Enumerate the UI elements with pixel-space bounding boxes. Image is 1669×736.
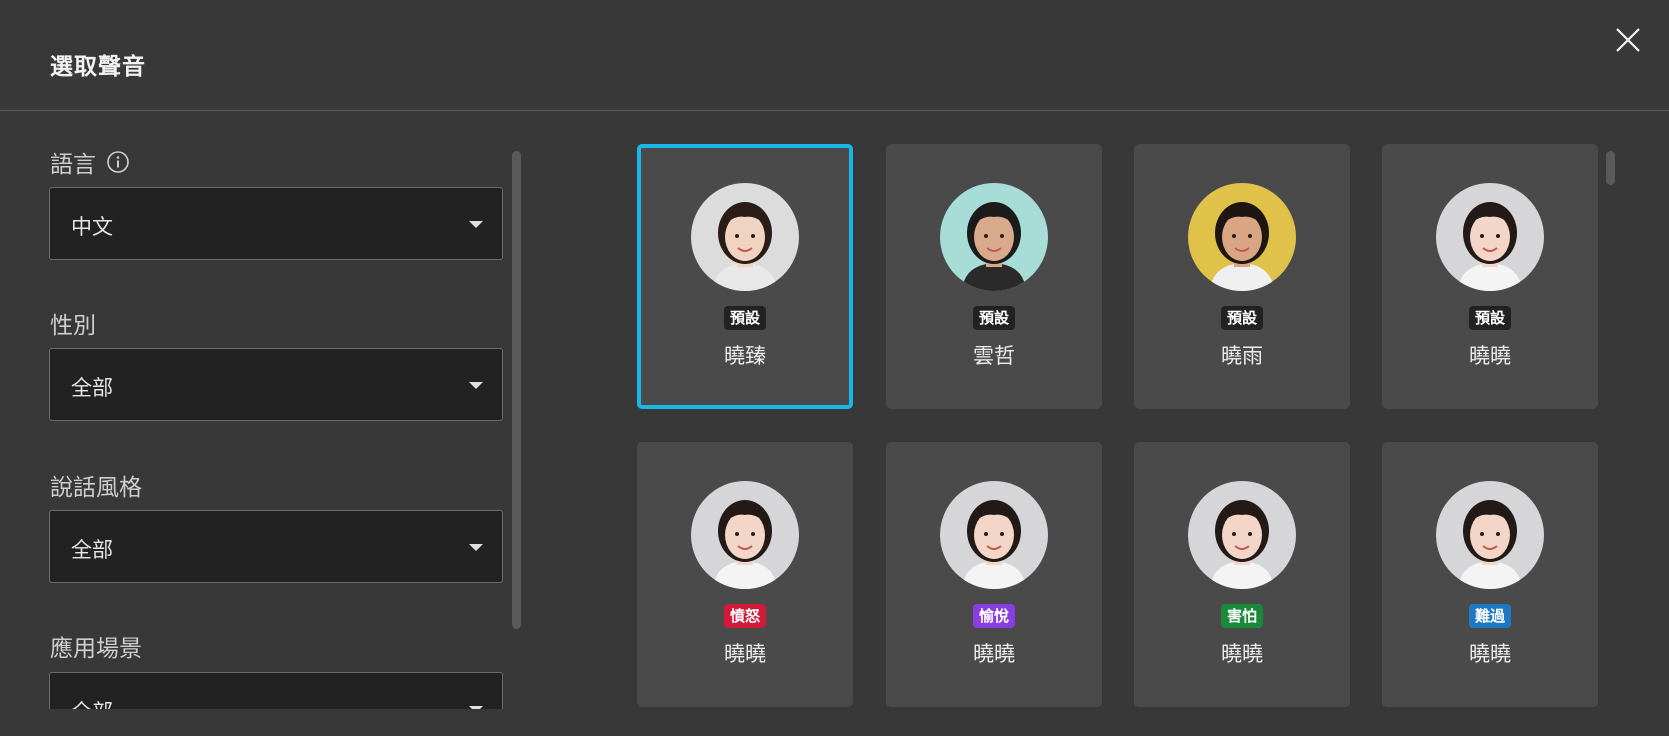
close-icon xyxy=(1616,28,1640,52)
avatar xyxy=(1436,183,1544,291)
voice-badge: 難過 xyxy=(1468,604,1512,628)
language-select-value: 中文 xyxy=(71,215,113,239)
avatar xyxy=(1188,183,1296,291)
caret-down-icon xyxy=(469,382,483,389)
voice-badge: 預設 xyxy=(1220,306,1264,330)
voice-card[interactable]: 預設 曉臻 xyxy=(637,144,853,409)
voice-card[interactable]: 害怕 曉曉 xyxy=(1134,442,1350,707)
voice-badge: 預設 xyxy=(723,306,767,330)
close-button[interactable] xyxy=(1612,24,1644,56)
style-select[interactable]: 全部 xyxy=(49,510,503,583)
dialog-title: 選取聲音 xyxy=(50,54,146,80)
voice-badge: 預設 xyxy=(972,306,1016,330)
voice-card[interactable]: 憤怒 曉曉 xyxy=(637,442,853,707)
voice-badge: 害怕 xyxy=(1220,604,1264,628)
avatar xyxy=(1188,481,1296,589)
sidebar-scrollbar[interactable] xyxy=(512,151,521,629)
gender-select-value: 全部 xyxy=(71,376,113,400)
voice-name: 曉臻 xyxy=(724,344,766,368)
voice-name: 曉曉 xyxy=(724,642,766,666)
avatar xyxy=(940,481,1048,589)
language-filter-label: 語言 xyxy=(50,145,130,179)
gender-label-text: 性別 xyxy=(50,313,96,339)
avatar xyxy=(691,481,799,589)
filter-sidebar: 語言 中文 性別 全部 說話風格 全部 應用場景 全部 xyxy=(0,111,540,709)
voice-badge: 預設 xyxy=(1468,306,1512,330)
caret-down-icon xyxy=(469,706,483,709)
voice-name: 曉雨 xyxy=(1221,344,1263,368)
avatar xyxy=(691,183,799,291)
avatar xyxy=(940,183,1048,291)
voice-name: 曉曉 xyxy=(1469,344,1511,368)
avatar xyxy=(1436,481,1544,589)
voice-card[interactable]: 預設 雲哲 xyxy=(886,144,1102,409)
voice-name: 曉曉 xyxy=(1221,642,1263,666)
language-select[interactable]: 中文 xyxy=(49,187,503,260)
gender-filter-label: 性別 xyxy=(50,306,96,340)
caret-down-icon xyxy=(469,221,483,228)
voice-grid-scrollbar[interactable] xyxy=(1606,151,1615,185)
dialog-header: 選取聲音 xyxy=(0,0,1669,111)
style-select-value: 全部 xyxy=(71,538,113,562)
voice-badge: 愉悅 xyxy=(972,604,1016,628)
voice-card[interactable]: 預設 曉曉 xyxy=(1382,144,1598,409)
gender-select[interactable]: 全部 xyxy=(49,348,503,421)
voice-name: 曉曉 xyxy=(973,642,1015,666)
scenario-label-text: 應用場景 xyxy=(50,636,142,662)
style-filter-label: 說話風格 xyxy=(50,468,142,502)
voice-badge: 憤怒 xyxy=(723,604,767,628)
info-icon[interactable] xyxy=(106,150,130,174)
voice-name: 曉曉 xyxy=(1469,642,1511,666)
voice-name: 雲哲 xyxy=(973,344,1015,368)
voice-card[interactable]: 難過 曉曉 xyxy=(1382,442,1598,707)
language-label-text: 語言 xyxy=(50,152,96,178)
caret-down-icon xyxy=(469,544,483,551)
scenario-select[interactable]: 全部 xyxy=(49,672,503,709)
voice-card[interactable]: 愉悅 曉曉 xyxy=(886,442,1102,707)
scenario-filter-label: 應用場景 xyxy=(50,629,142,663)
voice-card[interactable]: 預設 曉雨 xyxy=(1134,144,1350,409)
style-label-text: 說話風格 xyxy=(50,475,142,501)
scenario-select-value: 全部 xyxy=(71,696,113,709)
